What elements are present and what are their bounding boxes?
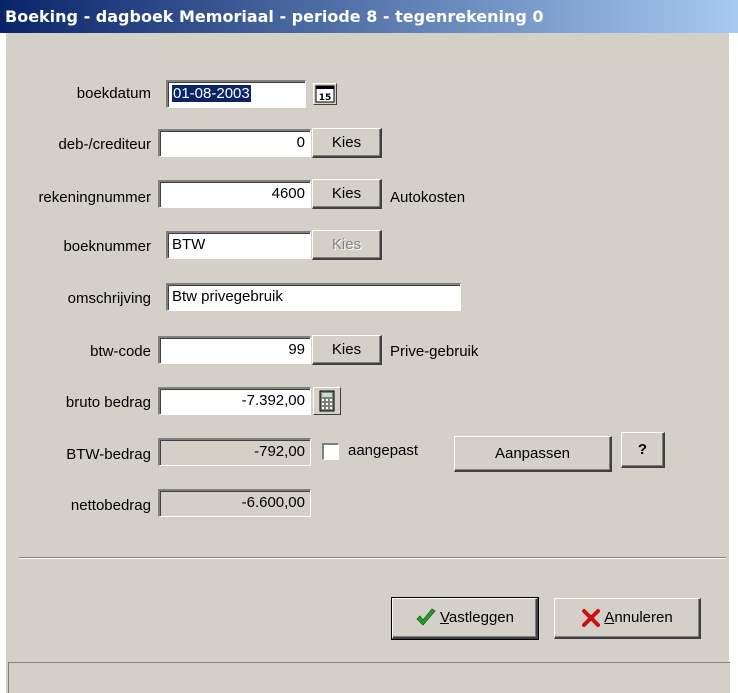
annuleren-label: nnuleren [614,609,673,626]
btwcode-description: Prive-gebruik [390,343,479,360]
debcred-field[interactable]: 0 [158,129,311,157]
vastleggen-accel: V [440,609,449,626]
vastleggen-label: astleggen [448,609,514,626]
bruto-label: bruto bedrag [65,394,151,411]
svg-text:15: 15 [319,93,332,103]
vastleggen-button[interactable]: Vastleggen [391,597,539,640]
aangepast-label: aangepast [348,442,419,459]
debcred-label: deb-/crediteur [58,136,151,153]
omschrijving-field[interactable]: Btw privegebruik [166,283,461,311]
rekening-kies-button[interactable]: Kies [312,179,382,209]
x-icon [582,609,601,628]
status-bar [8,662,730,693]
boekdatum-label: boekdatum [76,85,151,102]
netto-label: nettobedrag [70,497,151,514]
btw-field: -792,00 [158,438,311,466]
bruto-field[interactable]: -7.392,00 [158,387,311,415]
help-button[interactable]: ? [621,432,665,468]
btwcode-field[interactable]: 99 [158,336,311,364]
btwcode-label: btw-code [90,343,151,360]
btwcode-kies-button[interactable]: Kies [312,335,382,365]
annuleren-accel: A [604,609,615,626]
title-bar: Boeking - dagboek Memoriaal - periode 8 … [0,0,738,33]
boeknummer-kies-button: Kies [312,230,382,260]
right-edge [729,33,738,693]
calculator-button[interactable] [313,387,341,415]
rekening-description: Autokosten [390,189,466,206]
debcred-kies-button[interactable]: Kies [312,128,382,158]
netto-field: -6.600,00 [158,489,311,517]
btw-label: BTW-bedrag [66,446,151,463]
boekdatum-value: 01-08-2003 [172,85,251,102]
rekening-field[interactable]: 4600 [158,180,311,208]
dialog-window: Boeking - dagboek Memoriaal - periode 8 … [0,0,738,693]
aangepast-checkbox[interactable] [322,443,339,460]
window-title: Boeking - dagboek Memoriaal - periode 8 … [5,7,544,26]
calendar-button[interactable]: 15 [313,83,337,105]
separator [19,557,726,559]
boeknummer-field[interactable]: BTW [166,231,311,259]
omschrijving-label: omschrijving [67,290,151,307]
annuleren-button[interactable]: Annuleren [554,598,701,639]
boekdatum-field[interactable]: 01-08-2003 [166,80,306,108]
left-edge [0,33,6,693]
calculator-icon [319,390,335,412]
calendar-icon: 15 [315,85,335,103]
checkmark-icon [416,608,436,626]
rekening-label: rekeningnummer [38,189,151,206]
aanpassen-button[interactable]: Aanpassen [454,436,612,472]
boeknummer-label: boeknummer [63,238,151,255]
